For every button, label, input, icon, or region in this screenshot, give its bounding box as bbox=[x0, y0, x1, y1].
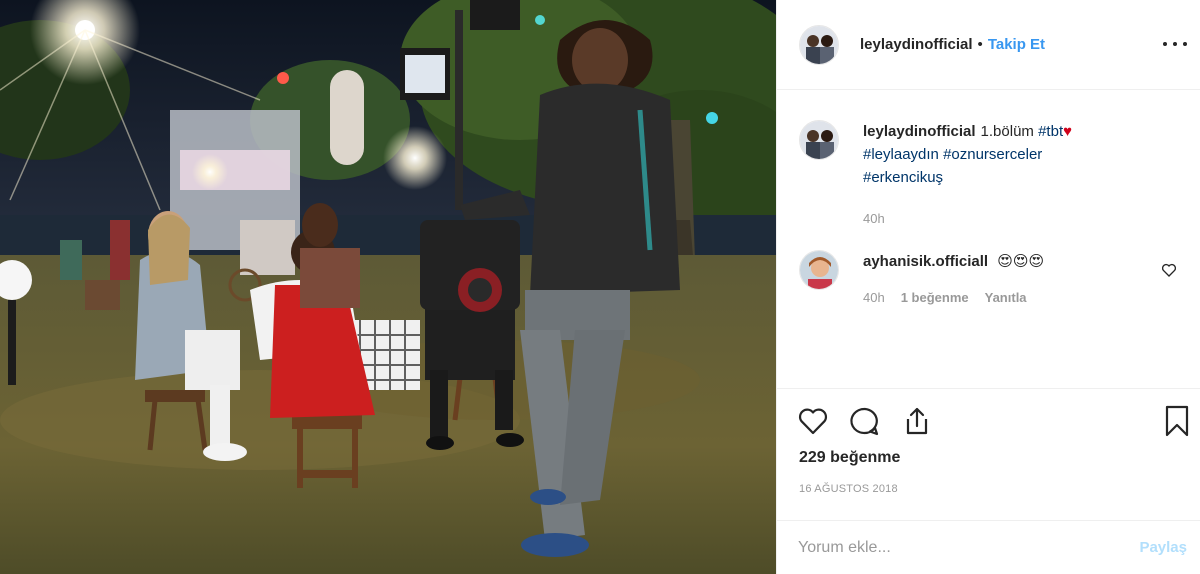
comment-likes[interactable]: 1 beğenme bbox=[901, 286, 969, 309]
add-comment-bar: Paylaş bbox=[777, 520, 1200, 574]
caption-username[interactable]: leylaydinofficial bbox=[863, 123, 976, 140]
avatar[interactable] bbox=[799, 24, 839, 65]
caption-comment: leylaydinofficial 1.bölüm #tbt♥ #leylaayd… bbox=[799, 120, 1072, 230]
post-header: leylaydinofficial • Takip Et bbox=[777, 0, 1200, 90]
caption-time[interactable]: 40h bbox=[863, 207, 885, 230]
post-comment-button[interactable]: Paylaş bbox=[1139, 539, 1187, 556]
comment-item: ayhanisik.officiall 😍😍😍 40h 1 beğenme Ya… bbox=[799, 250, 1044, 309]
comment-input[interactable] bbox=[798, 538, 1118, 557]
heart-emoji: ♥ bbox=[1063, 123, 1073, 140]
caption-text: 1.bölüm bbox=[980, 123, 1034, 140]
more-options-icon[interactable] bbox=[1163, 34, 1187, 54]
hashtag-link[interactable]: #leylaaydın bbox=[863, 146, 939, 163]
follow-button[interactable]: Takip Et bbox=[988, 36, 1045, 53]
commenter-avatar[interactable] bbox=[799, 250, 839, 290]
share-icon[interactable] bbox=[900, 404, 934, 438]
hashtag-link[interactable]: #tbt bbox=[1038, 123, 1063, 140]
comment-icon[interactable] bbox=[848, 404, 882, 438]
comments-list: leylaydinofficial 1.bölüm #tbt♥ #leylaayd… bbox=[777, 90, 1200, 388]
commenter-username[interactable]: ayhanisik.officiall bbox=[863, 253, 988, 270]
hashtag-link[interactable]: #erkencikuş bbox=[863, 169, 943, 186]
heart-icon[interactable] bbox=[796, 404, 830, 438]
post-actions: 229 beğenme 16 AĞUSTOS 2018 bbox=[777, 388, 1200, 520]
reply-button[interactable]: Yanıtla bbox=[985, 286, 1027, 309]
post-date[interactable]: 16 AĞUSTOS 2018 bbox=[799, 483, 898, 495]
header-username[interactable]: leylaydinofficial bbox=[860, 36, 973, 53]
caption-avatar[interactable] bbox=[799, 120, 839, 160]
likes-count[interactable]: 229 beğenme bbox=[799, 449, 900, 467]
comment-text: 😍😍😍 bbox=[997, 253, 1045, 270]
comment-like-heart-icon[interactable] bbox=[1161, 262, 1177, 278]
comment-time[interactable]: 40h bbox=[863, 286, 885, 309]
header-separator: • bbox=[977, 36, 983, 53]
post-side-panel: leylaydinofficial • Takip Et leylaydinof… bbox=[776, 0, 1200, 574]
film-set-scene bbox=[0, 0, 776, 574]
hashtag-link[interactable]: #oznurserceler bbox=[943, 146, 1042, 163]
bookmark-icon[interactable] bbox=[1160, 404, 1194, 438]
post-photo[interactable] bbox=[0, 0, 776, 574]
